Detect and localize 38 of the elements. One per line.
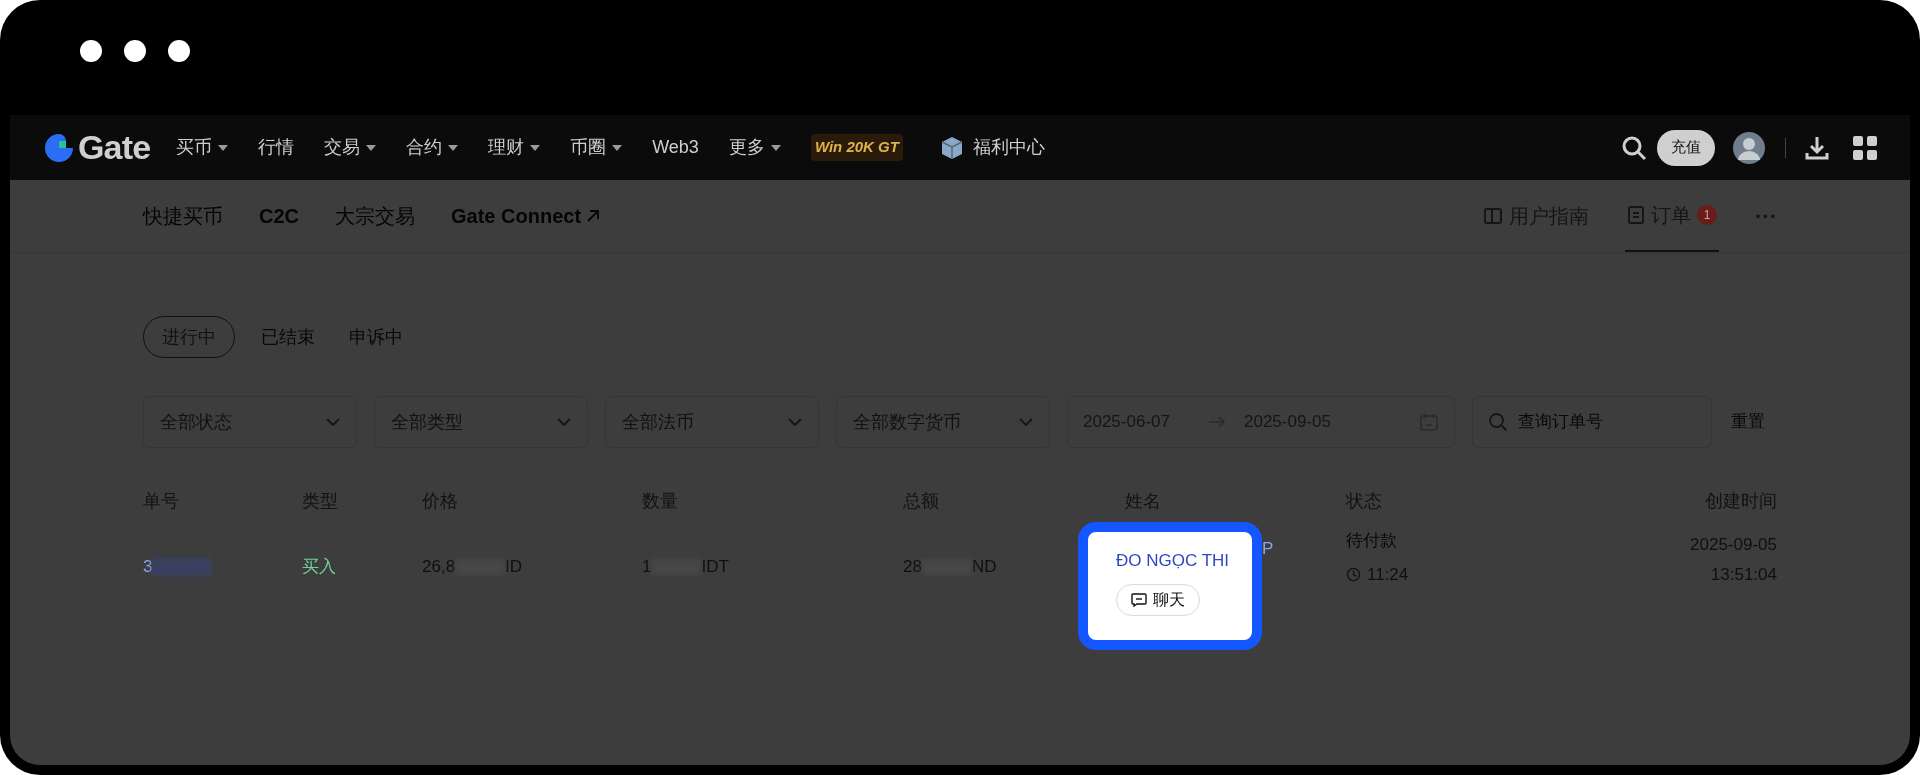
chevron-down-icon <box>557 418 571 426</box>
chevron-down-icon <box>1019 418 1033 426</box>
search-icon[interactable] <box>1621 134 1647 161</box>
chevron-down-icon <box>788 418 802 426</box>
caret-icon <box>770 144 781 151</box>
caret-icon <box>530 144 541 151</box>
nav-link[interactable]: 币圈 <box>570 134 607 161</box>
name-link[interactable]: ĐO NGỌC THI <box>1116 548 1230 574</box>
download-icon[interactable] <box>1804 134 1830 161</box>
nav-link[interactable]: 合约 <box>406 134 443 161</box>
caret-icon <box>366 144 377 151</box>
logo-text: Gate <box>78 127 151 168</box>
nav-link[interactable]: 更多 <box>728 134 765 161</box>
nav-link[interactable]: Web3 <box>652 134 699 161</box>
order-type: 买入 <box>302 556 336 578</box>
chat-icon <box>1131 592 1147 607</box>
caret-icon <box>448 144 459 151</box>
chevron-down-icon <box>326 418 340 426</box>
promo-badge[interactable]: Win 20K GT <box>810 134 903 161</box>
nav-link[interactable]: 买币 <box>176 134 213 161</box>
caret-icon <box>218 144 229 151</box>
nav-link[interactable]: 福利中心 <box>972 134 1045 161</box>
avatar-icon[interactable] <box>1733 131 1765 164</box>
deposit-button[interactable]: 充值 <box>1657 129 1715 166</box>
count-badge: 1 <box>1697 205 1717 225</box>
nav-link[interactable]: 交易 <box>324 134 361 161</box>
clock-icon <box>1346 566 1361 582</box>
book-icon <box>1483 206 1503 226</box>
nav-link[interactable]: 理财 <box>488 134 525 161</box>
grid-icon[interactable] <box>1852 134 1878 161</box>
name-text: P <box>1262 538 1274 560</box>
nav-link[interactable]: 行情 <box>258 134 295 161</box>
document-icon <box>1627 205 1645 225</box>
order-number-link[interactable]: 3 <box>143 554 153 580</box>
blurred-text <box>152 557 213 576</box>
external-link-icon <box>585 208 602 224</box>
caret-icon <box>612 144 623 151</box>
search-icon <box>1488 412 1508 432</box>
